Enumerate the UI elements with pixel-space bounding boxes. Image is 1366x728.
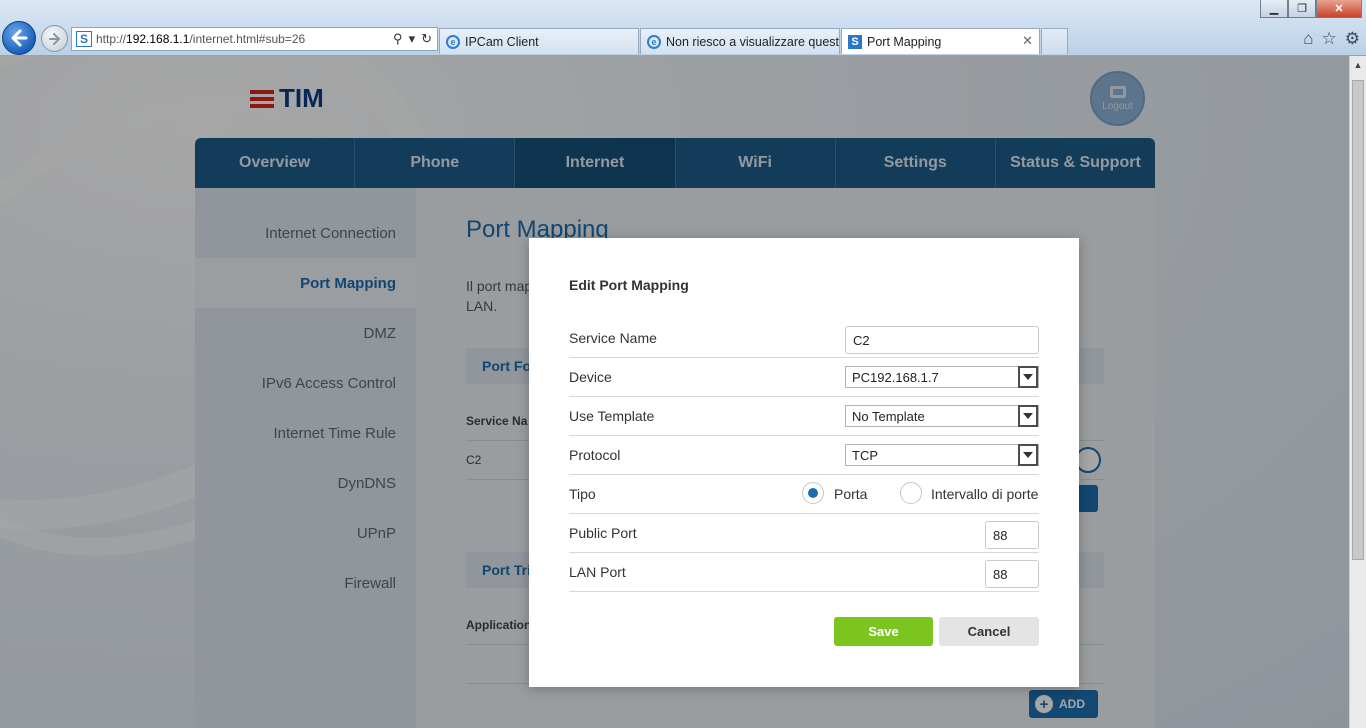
address-bar[interactable]: S http://192.168.1.1/internet.html#sub=2… (71, 27, 438, 51)
save-button[interactable]: Save (834, 617, 933, 646)
lan-port-row: LAN Port (569, 553, 1039, 592)
url-text: http://192.168.1.1/internet.html#sub=26 (96, 32, 306, 46)
use-template-row: Use Template No Template (569, 397, 1039, 436)
radio-porta-label[interactable]: Porta (834, 486, 867, 502)
tipo-row: Tipo Porta Intervallo di porte (569, 475, 1039, 514)
device-row: Device PC192.168.1.7 (569, 358, 1039, 397)
device-select-value: PC192.168.1.7 (852, 369, 939, 385)
radio-intervallo-di-porte[interactable] (900, 482, 922, 504)
forward-button[interactable] (41, 25, 68, 52)
tab-ipcam-client[interactable]: e IPCam Client (439, 28, 639, 54)
use-template-select[interactable]: No Template (845, 405, 1039, 427)
back-button[interactable] (2, 21, 36, 55)
device-select[interactable]: PC192.168.1.7 (845, 366, 1039, 388)
tab-label: IPCam Client (465, 34, 539, 49)
public-port-row: Public Port (569, 514, 1039, 553)
tab-non-riesco[interactable]: e Non riesco a visualizzare quest... (640, 28, 840, 54)
ie-icon: e (446, 34, 460, 49)
dropdown-icon[interactable]: ▾ (409, 31, 416, 47)
refresh-icon[interactable]: ↻ (421, 31, 432, 47)
settings-gear-icon[interactable]: ⚙ (1345, 29, 1360, 49)
use-template-select-value: No Template (852, 408, 925, 424)
minimize-button[interactable]: ▁ (1260, 0, 1288, 18)
edit-port-mapping-dialog: Edit Port Mapping Service Name Device PC… (529, 238, 1079, 687)
scrollbar-thumb[interactable] (1352, 80, 1364, 560)
tipo-label: Tipo (569, 486, 596, 502)
lan-port-input[interactable] (985, 560, 1039, 588)
use-template-label: Use Template (569, 408, 655, 424)
dialog-title: Edit Port Mapping (569, 277, 689, 293)
arrow-right-icon (48, 32, 60, 45)
radio-intervallo-label[interactable]: Intervallo di porte (931, 486, 1038, 502)
home-icon[interactable]: ⌂ (1303, 29, 1313, 49)
search-icon[interactable]: ⚲ (393, 31, 403, 47)
protocol-row: Protocol TCP (569, 436, 1039, 475)
tab-label: Non riesco a visualizzare quest... (666, 34, 840, 49)
service-name-row: Service Name (569, 319, 1039, 358)
protocol-label: Protocol (569, 447, 621, 463)
close-tab-icon[interactable]: ✕ (1022, 33, 1033, 49)
device-label: Device (569, 369, 612, 385)
site-favicon-icon: S (848, 34, 862, 49)
public-port-input[interactable] (985, 521, 1039, 549)
browser-chrome: ▁ ❐ ✕ S http://192.168.1.1/internet.html… (0, 0, 1366, 56)
cancel-button[interactable]: Cancel (939, 617, 1039, 646)
chevron-down-icon[interactable] (1018, 444, 1038, 466)
chevron-down-icon[interactable] (1018, 405, 1038, 427)
radio-porta[interactable] (802, 482, 824, 504)
protocol-select-value: TCP (852, 447, 878, 463)
browser-toolbar-icons: ⌂ ☆ ⚙ (1303, 29, 1360, 49)
site-favicon-icon: S (76, 31, 92, 47)
new-tab-button[interactable] (1041, 28, 1068, 54)
tab-port-mapping[interactable]: S Port Mapping ✕ (841, 28, 1040, 54)
address-tools: ⚲ ▾ ↻ (393, 31, 432, 47)
arrow-left-icon (11, 29, 28, 47)
window-controls: ▁ ❐ ✕ (1260, 0, 1362, 18)
close-window-button[interactable]: ✕ (1316, 0, 1362, 18)
lan-port-label: LAN Port (569, 564, 626, 580)
public-port-label: Public Port (569, 525, 637, 541)
maximize-button[interactable]: ❐ (1288, 0, 1316, 18)
ie-icon: e (647, 34, 661, 49)
chevron-down-icon[interactable] (1018, 366, 1038, 388)
favorites-star-icon[interactable]: ☆ (1322, 29, 1337, 49)
protocol-select[interactable]: TCP (845, 444, 1039, 466)
scroll-up-icon[interactable]: ▲ (1350, 56, 1366, 73)
service-name-input[interactable] (845, 326, 1039, 354)
service-name-label: Service Name (569, 330, 657, 346)
tab-label: Port Mapping (867, 34, 942, 49)
vertical-scrollbar[interactable]: ▲ (1349, 56, 1366, 728)
